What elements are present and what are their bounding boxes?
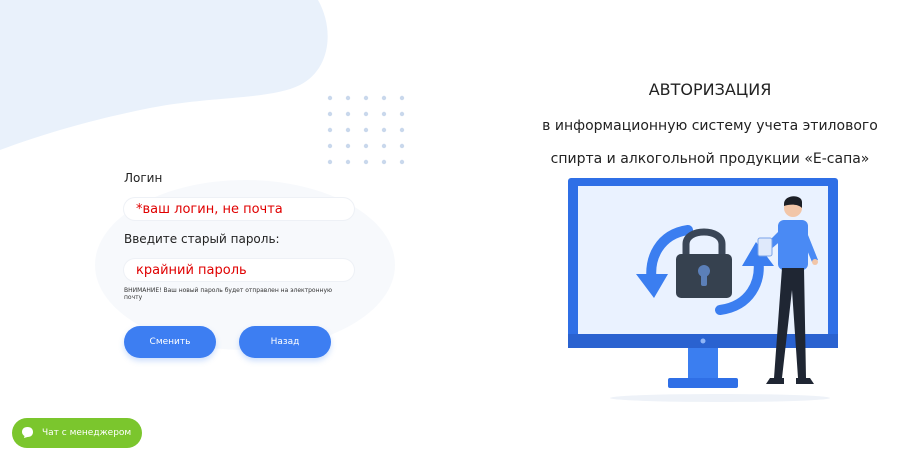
login-label: Логин [124, 171, 163, 185]
chat-button-label: Чат с менеджером [42, 428, 132, 438]
old-password-label: Введите старый пароль: [124, 232, 280, 246]
chat-with-manager-button[interactable]: Чат с менеджером [12, 418, 142, 448]
change-button[interactable]: Сменить [124, 326, 216, 358]
email-warning-text: ВНИМАНИЕ! Ваш новый пароль будет отправл… [124, 287, 333, 301]
page-title: АВТОРИЗАЦИЯ [648, 80, 772, 99]
login-input[interactable] [124, 198, 354, 220]
chat-bubble-icon [22, 427, 33, 438]
old-password-input[interactable] [124, 259, 354, 281]
subtitle-line-1: в информационную систему учета этилового [542, 118, 878, 134]
subtitle-line-2: спирта и алкогольной продукции «Е-сапа» [550, 151, 870, 167]
dot-grid-decoration [327, 95, 405, 165]
back-button[interactable]: Назад [239, 326, 331, 358]
lock-sync-monitor-illustration [568, 178, 838, 402]
